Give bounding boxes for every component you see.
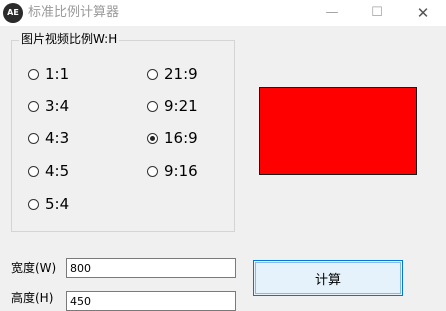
radio-label: 4:5 [45,162,70,180]
radio-ratio-16-9[interactable]: 16:9 [147,129,198,147]
radio-label: 21:9 [164,65,198,83]
title-bar: AE 标准比例计算器 — ☐ ✕ [0,0,446,26]
minimize-button[interactable]: — [309,2,355,24]
radio-button-checked-icon[interactable] [147,132,158,144]
radio-label: 5:4 [45,195,70,213]
radio-button-icon[interactable] [147,100,158,112]
radio-label: 9:16 [164,162,198,180]
radio-button-icon[interactable] [147,68,158,80]
radio-ratio-4-5[interactable]: 4:5 [28,162,69,180]
radio-ratio-1-1[interactable]: 1:1 [28,65,69,83]
radio-label: 4:3 [45,129,70,147]
width-input[interactable] [66,258,236,278]
radio-ratio-9-16[interactable]: 9:16 [147,162,198,180]
maximize-button[interactable]: ☐ [354,2,400,24]
radio-label: 16:9 [164,129,198,147]
width-label: 宽度(W) [11,261,57,275]
radio-label: 3:4 [45,97,70,115]
radio-button-icon[interactable] [147,165,158,177]
radio-ratio-4-3[interactable]: 4:3 [28,129,69,147]
ratio-preview-box [259,87,417,175]
close-button[interactable]: ✕ [400,2,446,24]
radio-ratio-3-4[interactable]: 3:4 [28,97,69,115]
radio-button-icon[interactable] [28,100,39,112]
radio-label: 9:21 [164,97,198,115]
height-label: 高度(H) [11,291,54,305]
ratio-group-legend: 图片视频比例W:H [19,32,120,46]
app-logo-icon: AE [3,3,23,23]
radio-label: 1:1 [45,65,70,83]
window-title: 标准比例计算器 [28,5,120,20]
radio-button-icon[interactable] [28,132,39,144]
radio-button-icon[interactable] [28,68,39,80]
height-input[interactable] [66,291,236,311]
radio-ratio-5-4[interactable]: 5:4 [28,195,69,213]
calculate-button[interactable]: 计算 [253,260,403,296]
radio-button-icon[interactable] [28,198,39,210]
radio-button-icon[interactable] [28,165,39,177]
calculate-button-label: 计算 [255,262,401,294]
radio-ratio-9-21[interactable]: 9:21 [147,97,198,115]
radio-ratio-21-9[interactable]: 21:9 [147,65,198,83]
